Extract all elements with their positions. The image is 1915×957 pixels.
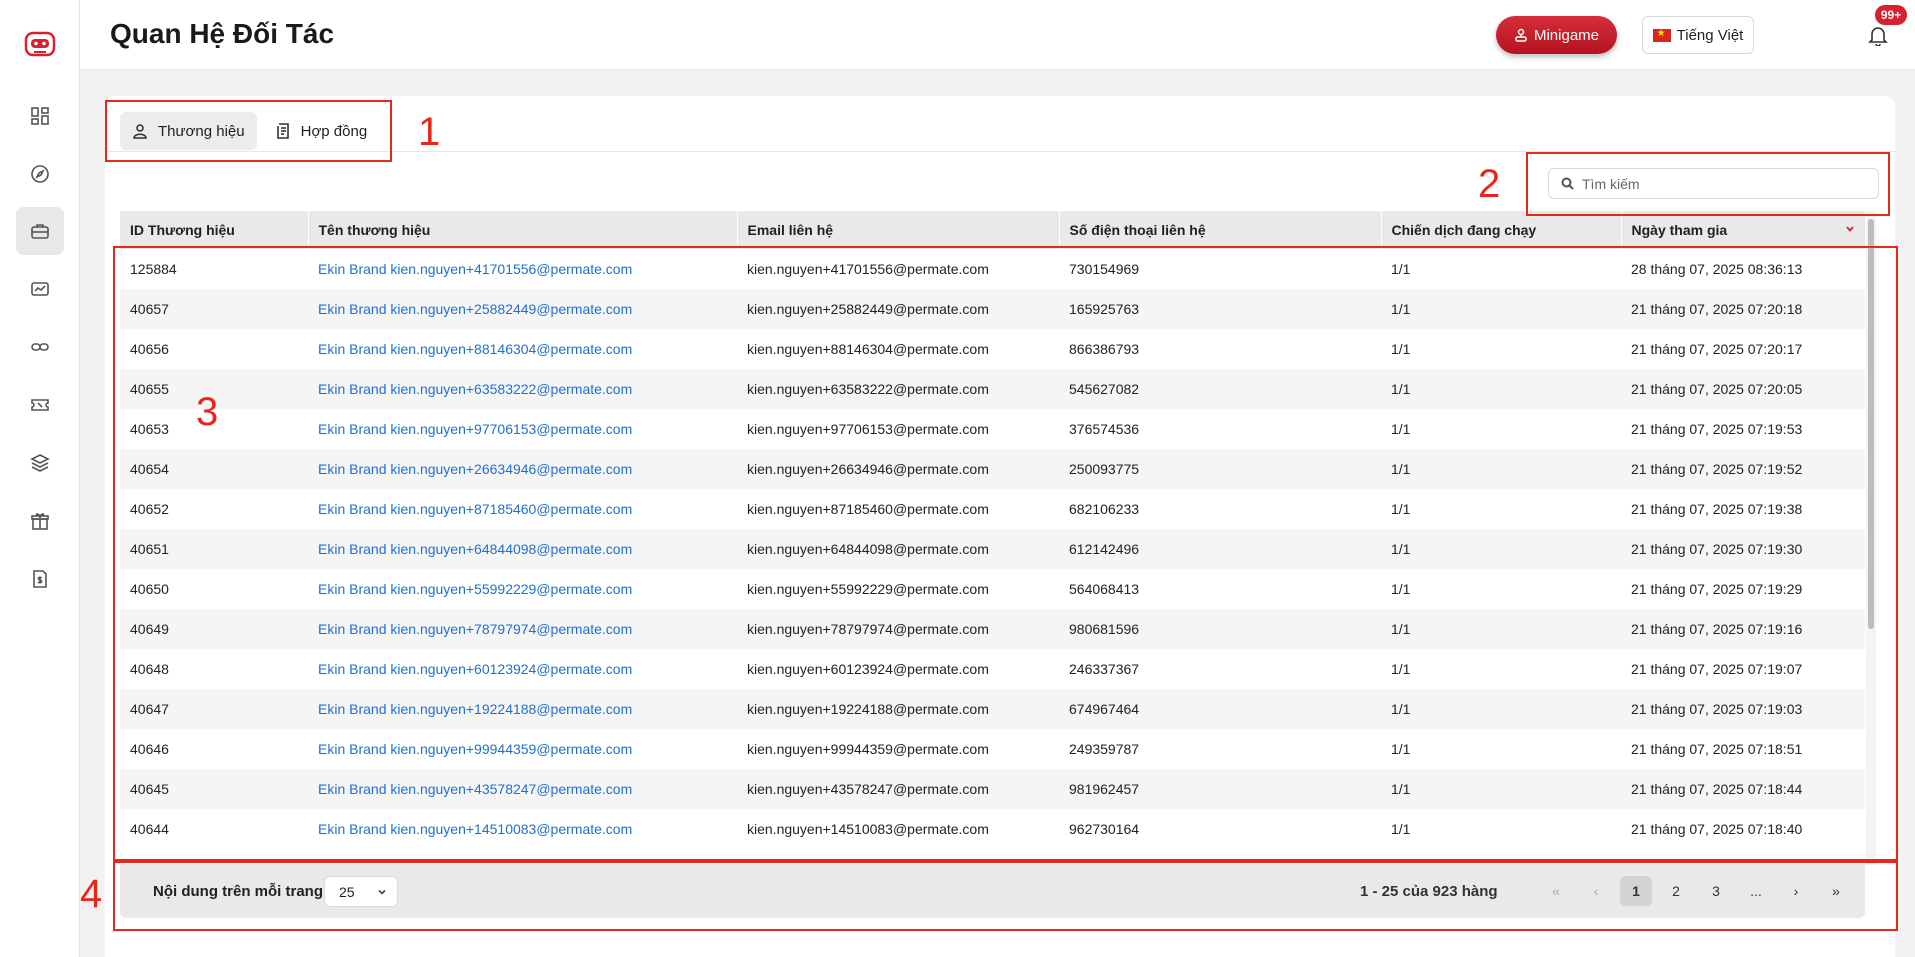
link-icon <box>31 343 49 351</box>
bell-icon[interactable] <box>1868 24 1888 46</box>
nav-gifts[interactable] <box>16 497 64 545</box>
vietnam-flag-icon <box>1652 28 1671 42</box>
sort-desc-icon[interactable] <box>1845 224 1855 234</box>
document-dollar-icon <box>33 570 47 588</box>
page-title: Quan Hệ Đối Tác <box>110 18 335 49</box>
nav-vouchers[interactable] <box>16 381 64 429</box>
gift-icon <box>31 513 49 530</box>
nav-campaigns[interactable] <box>16 265 64 313</box>
language-label: Tiếng Việt <box>1676 26 1744 44</box>
briefcase-icon <box>31 224 49 239</box>
dashboard-icon <box>31 107 49 125</box>
minigame-button[interactable]: Minigame <box>1496 16 1617 54</box>
voucher-icon <box>31 399 49 411</box>
logo-icon[interactable] <box>24 30 56 58</box>
annotation-box-table <box>113 246 1898 861</box>
annotation-number-1: 1 <box>418 110 441 154</box>
compass-icon <box>31 165 49 183</box>
top-header: Quan Hệ Đối Tác Minigame Tiếng Việt 99+ <box>80 0 1915 70</box>
annotation-box-tabs <box>105 100 392 162</box>
minigame-label: Minigame <box>1533 26 1600 44</box>
nav-layers[interactable] <box>16 439 64 487</box>
nav-links[interactable] <box>16 323 64 371</box>
language-selector[interactable]: Tiếng Việt <box>1642 16 1754 54</box>
sidebar <box>0 0 80 957</box>
nav-partners[interactable] <box>16 207 64 255</box>
nav-explore[interactable] <box>16 150 64 198</box>
column-header-campaigns[interactable]: Chiến dịch đang chạy <box>1381 211 1622 249</box>
annotation-number-2: 2 <box>1478 162 1501 206</box>
column-header-join-date-label: Ngày tham gia <box>1631 222 1728 238</box>
annotation-box-pagination <box>113 861 1898 931</box>
column-header-phone[interactable]: Số điện thoại liên hệ <box>1059 211 1382 249</box>
layers-icon <box>30 454 50 472</box>
annotation-number-3: 3 <box>196 390 219 434</box>
nav-invoices[interactable] <box>16 555 64 603</box>
notification-badge: 99+ <box>1875 5 1907 25</box>
column-header-join-date[interactable]: Ngày tham gia <box>1621 211 1865 249</box>
annotation-number-4: 4 <box>80 872 103 916</box>
column-header-id[interactable]: ID Thương hiệu <box>120 211 309 249</box>
annotation-box-search <box>1526 152 1890 216</box>
column-header-email[interactable]: Email liên hệ <box>737 211 1060 249</box>
nav-dashboard[interactable] <box>16 92 64 140</box>
ticket-chart-icon <box>31 282 49 296</box>
table-header-row: ID Thương hiệu Tên thương hiệu Email liê… <box>120 211 1865 249</box>
column-header-brand-name[interactable]: Tên thương hiệu <box>308 211 738 249</box>
joystick-icon <box>1515 28 1527 42</box>
